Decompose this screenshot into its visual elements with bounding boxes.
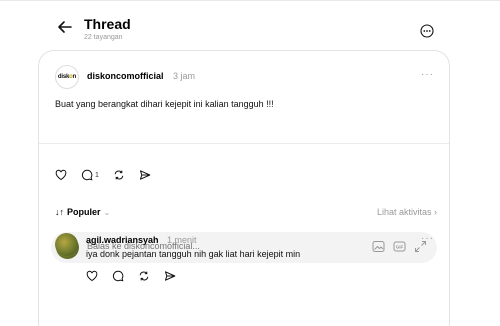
post-avatar[interactable]: disk o n [55, 65, 79, 89]
sort-row: ↓↑ Populer ⌄ Lihat aktivitas › [55, 207, 437, 219]
comment-text: iya donk pejantan tangguh nih gak liat h… [86, 249, 301, 259]
view-activity-link[interactable]: Lihat aktivitas › [377, 207, 437, 217]
sort-label: Populer [67, 207, 101, 217]
repost-icon [114, 170, 124, 180]
image-icon[interactable] [372, 240, 385, 253]
post-text: Buat yang berangkat dihari kejepit ini k… [55, 99, 274, 109]
page-title: Thread [84, 16, 131, 32]
share-button[interactable] [139, 169, 151, 181]
comment-icon [112, 270, 124, 282]
comment-icon [81, 169, 93, 181]
post-username[interactable]: diskoncomofficial [87, 71, 164, 81]
heart-icon [86, 270, 98, 282]
avatar-logo-text-end: n [72, 74, 77, 80]
more-options-icon[interactable] [420, 24, 434, 38]
repost-button[interactable] [138, 270, 150, 282]
repost-icon [139, 271, 149, 281]
like-button[interactable] [86, 270, 98, 282]
comment-actions [86, 270, 176, 282]
share-button[interactable] [164, 270, 176, 282]
thread-card: disk o n diskoncomofficial 3 jam ··· Buat … [38, 50, 450, 326]
thread-header: Thread 22 tayangan [56, 16, 446, 46]
post-time: 3 jam [173, 71, 196, 81]
divider [39, 143, 449, 144]
avatar-logo-text: disk [57, 74, 70, 80]
like-button[interactable] [55, 169, 67, 181]
post-actions: 1 [55, 169, 151, 181]
comment-more-button[interactable]: ··· [421, 233, 434, 244]
repost-button[interactable] [113, 169, 125, 181]
top-border [0, 0, 500, 1]
reply-tools: GIF [372, 240, 427, 253]
post-more-button[interactable]: ··· [421, 69, 434, 80]
sort-icon: ↓↑ [55, 207, 64, 217]
send-icon [139, 170, 151, 180]
heart-icon [55, 169, 67, 181]
svg-text:GIF: GIF [396, 245, 404, 250]
comment-username[interactable]: agil.wadriansyah [86, 235, 159, 245]
sort-dropdown[interactable]: ↓↑ Populer ⌄ [55, 207, 110, 217]
comment-time: 1 menit [167, 235, 197, 245]
comment-button[interactable] [112, 270, 124, 282]
view-count: 22 tayangan [84, 34, 123, 41]
avatar[interactable] [55, 233, 78, 256]
reply-count: 1 [95, 171, 99, 179]
back-arrow-icon[interactable] [56, 18, 74, 36]
comment-button[interactable]: 1 [81, 169, 99, 181]
chevron-down-icon: ⌄ [103, 207, 111, 217]
send-icon [165, 271, 176, 281]
gif-icon[interactable]: GIF [393, 240, 406, 253]
